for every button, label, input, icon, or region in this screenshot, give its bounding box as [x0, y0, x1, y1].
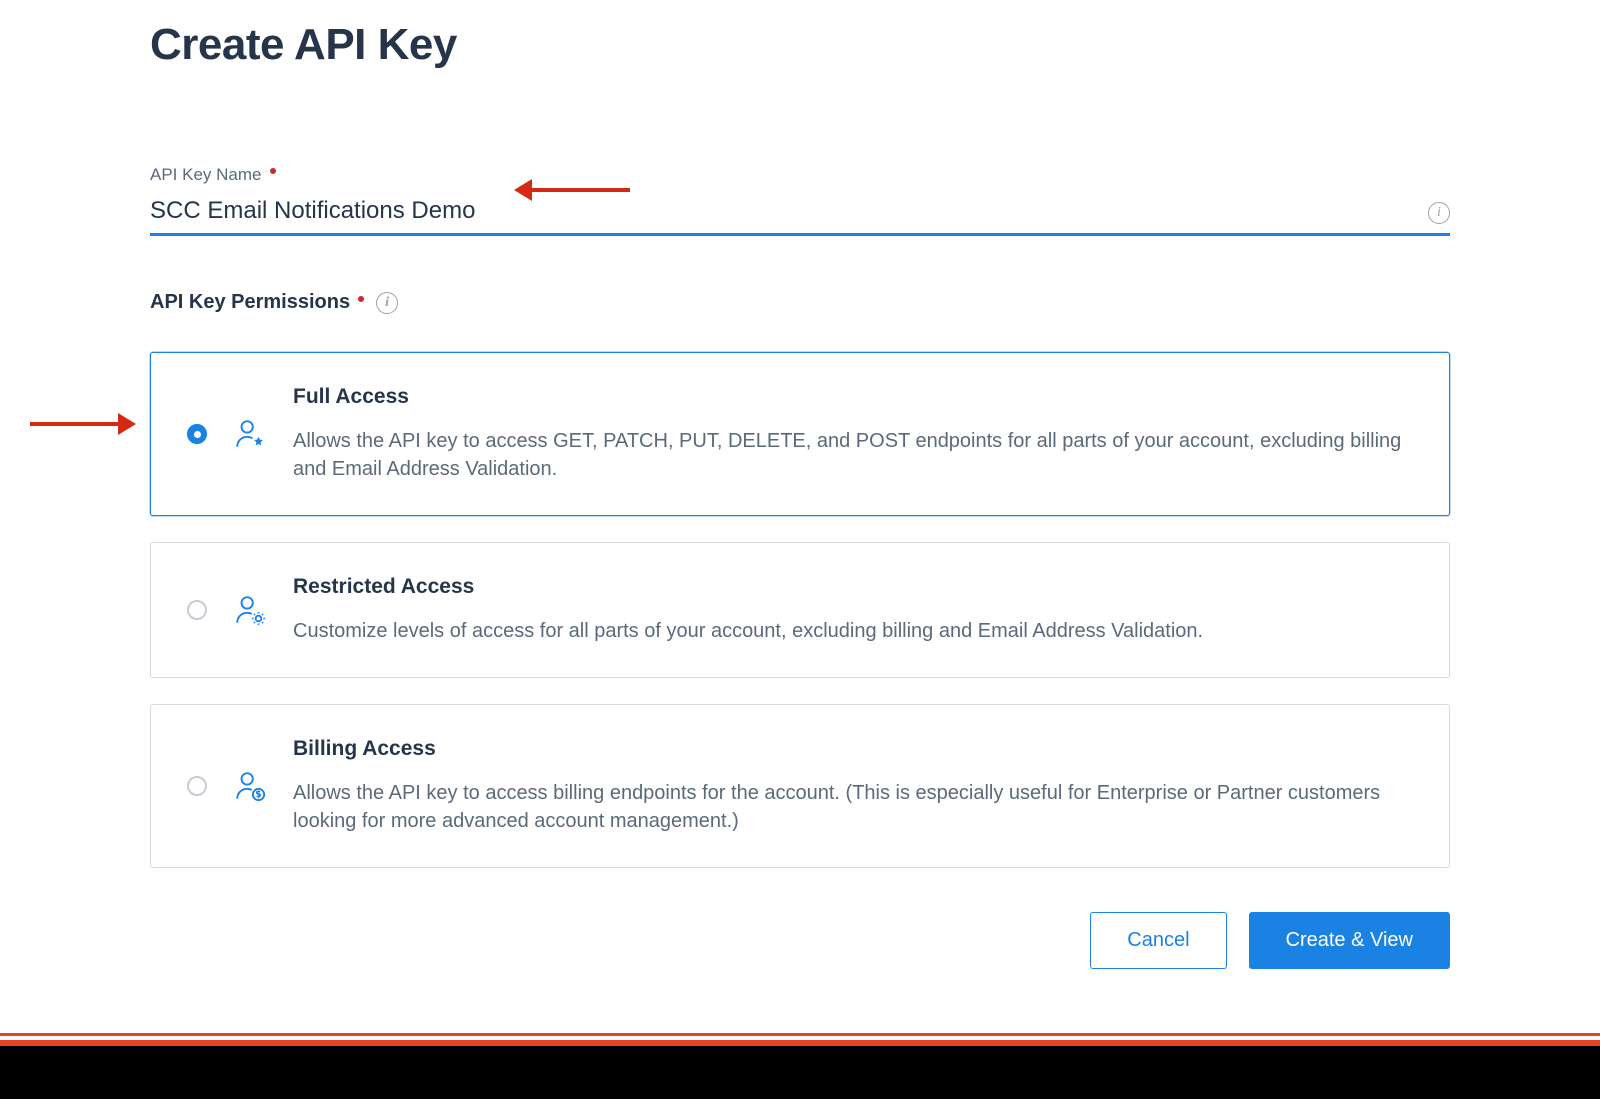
user-gear-icon — [233, 593, 267, 627]
option-text: Billing Access Allows the API key to acc… — [293, 737, 1413, 835]
create-and-view-button[interactable]: Create & View — [1249, 912, 1450, 969]
required-dot-icon — [270, 168, 276, 174]
option-description: Customize levels of access for all parts… — [293, 617, 1413, 645]
permission-option-restricted-access[interactable]: Restricted Access Customize levels of ac… — [150, 542, 1450, 678]
radio-unselected-icon — [187, 776, 207, 796]
radio-selected-icon — [187, 424, 207, 444]
option-title: Full Access — [293, 385, 1413, 409]
page-title: Create API Key — [150, 20, 1450, 70]
option-title: Billing Access — [293, 737, 1413, 761]
permission-option-billing-access[interactable]: Billing Access Allows the API key to acc… — [150, 704, 1450, 868]
radio-unselected-icon — [187, 600, 207, 620]
permissions-section-label: API Key Permissions i — [150, 291, 1450, 314]
info-icon[interactable]: i — [376, 292, 398, 314]
option-description: Allows the API key to access GET, PATCH,… — [293, 427, 1413, 483]
api-key-name-label-text: API Key Name — [150, 165, 262, 185]
required-dot-icon — [358, 296, 364, 302]
user-star-icon — [233, 417, 267, 451]
permission-option-full-access[interactable]: Full Access Allows the API key to access… — [150, 352, 1450, 516]
option-title: Restricted Access — [293, 575, 1413, 599]
action-buttons: Cancel Create & View — [150, 912, 1450, 969]
footer-band — [0, 1043, 1600, 1099]
option-text: Full Access Allows the API key to access… — [293, 385, 1413, 483]
permissions-label-text: API Key Permissions — [150, 291, 350, 314]
api-key-name-input-wrap: i — [150, 193, 1450, 236]
user-dollar-icon — [233, 769, 267, 803]
option-text: Restricted Access Customize levels of ac… — [293, 575, 1413, 645]
api-key-name-input[interactable] — [150, 193, 1450, 229]
cancel-button[interactable]: Cancel — [1090, 912, 1226, 969]
info-icon[interactable]: i — [1428, 202, 1450, 224]
api-key-name-label: API Key Name — [150, 165, 1450, 185]
api-key-name-field: API Key Name i — [150, 165, 1450, 236]
option-description: Allows the API key to access billing end… — [293, 779, 1413, 835]
permission-options: Full Access Allows the API key to access… — [150, 352, 1450, 868]
